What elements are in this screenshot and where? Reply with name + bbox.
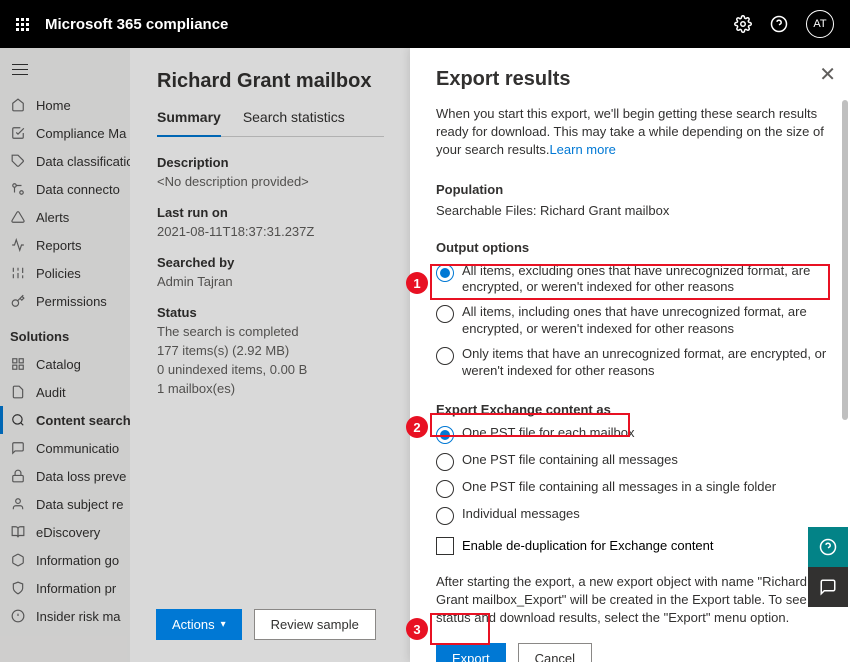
export-note: After starting the export, a new export … [436, 573, 830, 628]
sidebar-item-ediscovery[interactable]: eDiscovery [0, 518, 130, 546]
dedup-checkbox[interactable]: Enable de-duplication for Exchange conte… [436, 537, 830, 555]
status-line-1: 177 items(s) (2.92 MB) [157, 343, 384, 358]
radio-icon [436, 426, 454, 444]
sidebar-item-permissions[interactable]: Permissions [0, 287, 130, 315]
sidebar-item-compliance[interactable]: Compliance Ma [0, 119, 130, 147]
home-icon [10, 97, 26, 113]
policies-icon [10, 265, 26, 281]
review-sample-button[interactable]: Review sample [254, 609, 376, 640]
close-icon[interactable]: ✕ [819, 62, 836, 87]
status-line-2: 0 unindexed items, 0.00 B [157, 362, 384, 377]
export-title: Export results [436, 68, 830, 91]
classification-icon [10, 153, 26, 169]
ediscovery-icon [10, 524, 26, 540]
app-title: Microsoft 365 compliance [45, 16, 718, 33]
search-icon [10, 412, 26, 428]
sidebar-item-data-connectors[interactable]: Data connecto [0, 175, 130, 203]
sidebar-item-dsr[interactable]: Data subject re [0, 490, 130, 518]
output-option-2[interactable]: Only items that have an unrecognized for… [436, 346, 830, 380]
top-bar: Microsoft 365 compliance AT [0, 0, 850, 48]
radio-icon [436, 507, 454, 525]
sidebar-item-info-protection[interactable]: Information pr [0, 574, 130, 602]
sidebar-item-info-gov[interactable]: Information go [0, 546, 130, 574]
sidebar-item-content-search[interactable]: Content search [0, 406, 130, 434]
sidebar-item-policies[interactable]: Policies [0, 259, 130, 287]
sidebar-item-catalog[interactable]: Catalog [0, 350, 130, 378]
sidebar-item-dlp[interactable]: Data loss preve [0, 462, 130, 490]
help-float-button[interactable] [808, 527, 848, 567]
permissions-icon [10, 293, 26, 309]
description-value: <No description provided> [157, 174, 384, 189]
reports-icon [10, 237, 26, 253]
actions-button[interactable]: Actions▾ [156, 609, 242, 640]
sidebar-item-alerts[interactable]: Alerts [0, 203, 130, 231]
scrollbar[interactable] [842, 100, 848, 580]
lastrun-label: Last run on [157, 205, 384, 220]
dsr-icon [10, 496, 26, 512]
callout-badge-2: 2 [406, 416, 428, 438]
sidebar-item-home[interactable]: Home [0, 91, 130, 119]
radio-icon [436, 305, 454, 323]
radio-icon [436, 453, 454, 471]
connectors-icon [10, 181, 26, 197]
callout-badge-3: 3 [406, 618, 428, 640]
lastrun-value: 2021-08-11T18:37:31.237Z [157, 224, 384, 239]
callout-badge-1: 1 [406, 272, 428, 294]
gear-icon[interactable] [734, 15, 752, 33]
tab-search-statistics[interactable]: Search statistics [243, 109, 345, 136]
output-option-1[interactable]: All items, including ones that have unre… [436, 304, 830, 338]
output-options-label: Output options [436, 240, 830, 255]
searchedby-value: Admin Tajran [157, 274, 384, 289]
description-label: Description [157, 155, 384, 170]
status-line-0: The search is completed [157, 324, 384, 339]
app-launcher-icon[interactable] [16, 18, 29, 31]
feedback-float-button[interactable] [808, 567, 848, 607]
dlp-icon [10, 468, 26, 484]
sidebar-item-insider-risk[interactable]: Insider risk ma [0, 602, 130, 630]
avatar[interactable]: AT [806, 10, 834, 38]
radio-icon [436, 347, 454, 365]
radio-icon [436, 480, 454, 498]
exchange-option-3[interactable]: Individual messages [436, 506, 830, 525]
status-line-3: 1 mailbox(es) [157, 381, 384, 396]
cancel-button[interactable]: Cancel [518, 643, 592, 662]
learn-more-link[interactable]: Learn more [549, 142, 615, 157]
chevron-down-icon: ▾ [221, 619, 226, 630]
menu-toggle-icon[interactable] [0, 56, 130, 91]
sidebar-item-reports[interactable]: Reports [0, 231, 130, 259]
exchange-option-0[interactable]: One PST file for each mailbox [436, 425, 830, 444]
sidebar-item-audit[interactable]: Audit [0, 378, 130, 406]
insider-risk-icon [10, 608, 26, 624]
exchange-option-2[interactable]: One PST file containing all messages in … [436, 479, 830, 498]
detail-panel: Richard Grant mailbox Summary Search sta… [130, 48, 410, 662]
sidebar-item-communication[interactable]: Communicatio [0, 434, 130, 462]
radio-icon [436, 264, 454, 282]
exchange-label: Export Exchange content as [436, 402, 830, 417]
sidebar-section-solutions: Solutions [0, 315, 130, 350]
checkbox-icon [436, 537, 454, 555]
info-protection-icon [10, 580, 26, 596]
communication-icon [10, 440, 26, 456]
status-label: Status [157, 305, 384, 320]
population-label: Population [436, 182, 830, 197]
tab-summary[interactable]: Summary [157, 109, 221, 137]
export-panel: ✕ Export results When you start this exp… [410, 48, 850, 662]
output-option-0[interactable]: All items, excluding ones that have unre… [436, 263, 830, 297]
searchedby-label: Searched by [157, 255, 384, 270]
audit-icon [10, 384, 26, 400]
sidebar-item-data-classification[interactable]: Data classificatio [0, 147, 130, 175]
compliance-icon [10, 125, 26, 141]
population-value: Searchable Files: Richard Grant mailbox [436, 203, 830, 218]
sidebar: Home Compliance Ma Data classificatio Da… [0, 48, 130, 662]
exchange-option-1[interactable]: One PST file containing all messages [436, 452, 830, 471]
alerts-icon [10, 209, 26, 225]
export-button[interactable]: Export [436, 643, 506, 662]
export-description: When you start this export, we'll begin … [436, 105, 830, 160]
help-icon[interactable] [770, 15, 788, 33]
catalog-icon [10, 356, 26, 372]
info-gov-icon [10, 552, 26, 568]
detail-title: Richard Grant mailbox [157, 70, 384, 93]
